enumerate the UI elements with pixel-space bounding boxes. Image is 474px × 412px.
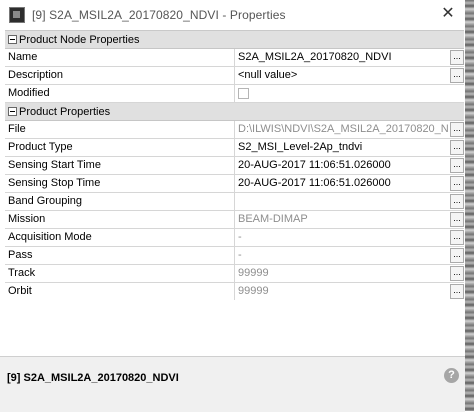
- property-name: Name: [5, 49, 235, 66]
- property-name: Track: [5, 265, 235, 282]
- property-name: Pass: [5, 247, 235, 264]
- property-value[interactable]: -: [235, 229, 449, 246]
- ellipsis-button[interactable]: ...: [450, 122, 464, 137]
- property-name: Modified: [5, 85, 235, 102]
- property-row: Description <null value>...: [5, 67, 464, 85]
- property-name: Orbit: [5, 283, 235, 300]
- window-title: [9] S2A_MSIL2A_20170820_NDVI - Propertie…: [32, 8, 286, 22]
- property-name: Sensing Stop Time: [5, 175, 235, 192]
- description-panel: [9] S2A_MSIL2A_20170820_NDVI ?: [0, 356, 465, 412]
- ellipsis-button[interactable]: ...: [450, 50, 464, 65]
- property-name: Sensing Start Time: [5, 157, 235, 174]
- property-value[interactable]: 20-AUG-2017 11:06:51.026000: [235, 175, 449, 192]
- ellipsis-button[interactable]: ...: [450, 248, 464, 263]
- app-window-icon: [9, 7, 25, 23]
- property-name: Acquisition Mode: [5, 229, 235, 246]
- help-icon[interactable]: ?: [444, 368, 459, 383]
- ellipsis-button[interactable]: ...: [450, 212, 464, 227]
- ellipsis-button[interactable]: ...: [450, 158, 464, 173]
- ellipsis-button[interactable]: ...: [450, 68, 464, 83]
- property-sheet-empty-area: [5, 300, 464, 356]
- description-title: [9] S2A_MSIL2A_20170820_NDVI: [7, 372, 179, 384]
- ellipsis-button[interactable]: ...: [450, 176, 464, 191]
- property-row: Sensing Stop Time 20-AUG-2017 11:06:51.02…: [5, 175, 464, 193]
- modified-checkbox[interactable]: [238, 88, 249, 99]
- property-value[interactable]: 20-AUG-2017 11:06:51.026000: [235, 157, 449, 174]
- property-row: Modified: [5, 85, 464, 103]
- property-name: Band Grouping: [5, 193, 235, 210]
- property-value[interactable]: BEAM-DIMAP: [235, 211, 449, 228]
- property-value[interactable]: S2_MSI_Level-2Ap_tndvi: [235, 139, 449, 156]
- section-header[interactable]: Product Node Properties: [5, 31, 464, 49]
- property-value[interactable]: [235, 193, 449, 210]
- property-value[interactable]: 99999: [235, 283, 449, 300]
- property-name: File: [5, 121, 235, 138]
- property-row: File D:\ILWIS\NDVI\S2A_MSIL2A_20170820_N.…: [5, 121, 464, 139]
- property-name: Product Type: [5, 139, 235, 156]
- background-map-strip: [465, 0, 474, 411]
- property-value[interactable]: S2A_MSIL2A_20170820_NDVI: [235, 49, 449, 66]
- property-row: Mission BEAM-DIMAP...: [5, 211, 464, 229]
- property-row: Track 99999...: [5, 265, 464, 283]
- property-value[interactable]: D:\ILWIS\NDVI\S2A_MSIL2A_20170820_N...: [235, 121, 449, 138]
- property-name: Description: [5, 67, 235, 84]
- section-label: Product Node Properties: [19, 33, 140, 46]
- ellipsis-button[interactable]: ...: [450, 266, 464, 281]
- property-sheet: Product Node Properties Name S2A_MSIL2A_20…: [5, 30, 464, 301]
- property-name: Mission: [5, 211, 235, 228]
- property-row: Product Type S2_MSI_Level-2Ap_tndvi...: [5, 139, 464, 157]
- property-row: Band Grouping...: [5, 193, 464, 211]
- ellipsis-button[interactable]: ...: [450, 230, 464, 245]
- property-value[interactable]: 99999: [235, 265, 449, 282]
- ellipsis-button[interactable]: ...: [450, 140, 464, 155]
- title-bar: [9] S2A_MSIL2A_20170820_NDVI - Propertie…: [0, 0, 474, 30]
- property-row: Pass -...: [5, 247, 464, 265]
- section-header[interactable]: Product Properties: [5, 103, 464, 121]
- property-value[interactable]: -: [235, 247, 449, 264]
- property-row: Sensing Start Time 20-AUG-2017 11:06:51.0…: [5, 157, 464, 175]
- ellipsis-button[interactable]: ...: [450, 284, 464, 299]
- property-row: Name S2A_MSIL2A_20170820_NDVI...: [5, 49, 464, 67]
- close-button[interactable]: ✕: [440, 6, 456, 22]
- collapse-toggle-icon[interactable]: [8, 35, 17, 44]
- section-label: Product Properties: [19, 105, 111, 118]
- property-row: Acquisition Mode -...: [5, 229, 464, 247]
- property-value[interactable]: [235, 85, 464, 102]
- ellipsis-button[interactable]: ...: [450, 194, 464, 209]
- property-value[interactable]: <null value>: [235, 67, 449, 84]
- property-row: Orbit 99999...: [5, 283, 464, 301]
- collapse-toggle-icon[interactable]: [8, 107, 17, 116]
